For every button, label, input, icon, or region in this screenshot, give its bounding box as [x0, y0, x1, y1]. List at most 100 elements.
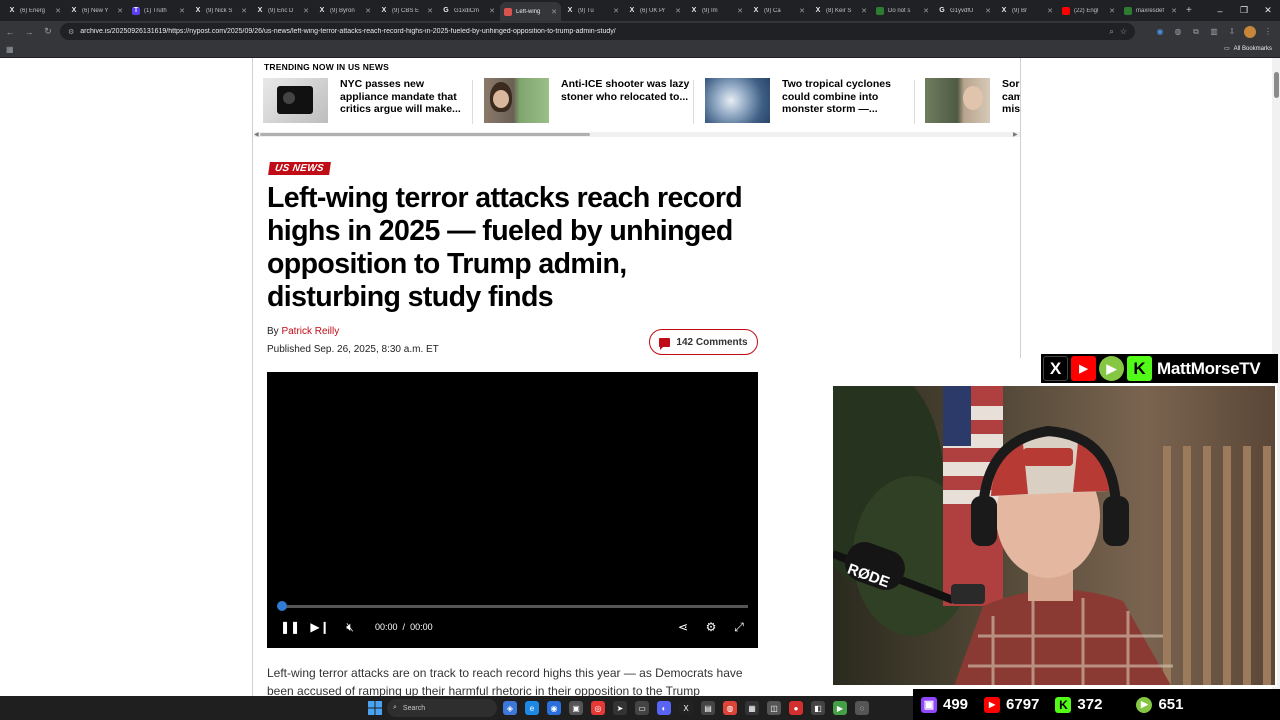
next-icon[interactable]: ▶❙ — [310, 618, 329, 636]
trending-item[interactable]: Sor cam mis — [925, 78, 1020, 126]
tab-close-icon[interactable]: ✕ — [861, 7, 867, 15]
tab-close-icon[interactable]: ✕ — [1047, 7, 1053, 15]
fullscreen-icon[interactable]: ⤢ — [730, 618, 748, 636]
trending-headline[interactable]: NYC passes new appliance mandate that cr… — [340, 78, 470, 126]
tab-close-icon[interactable]: ✕ — [985, 7, 991, 15]
video-progress-bar[interactable] — [281, 605, 748, 608]
tab-close-icon[interactable]: ✕ — [1109, 7, 1115, 15]
browser-tab[interactable]: X (9) Ca ✕ — [748, 2, 809, 19]
tab-close-icon[interactable]: ✕ — [303, 7, 309, 15]
extension-icon[interactable]: ◉ — [1154, 26, 1166, 38]
x-app-icon[interactable]: X — [679, 701, 693, 715]
app-icon[interactable]: ◫ — [767, 701, 781, 715]
sidepanel-icon[interactable]: ▥ — [1208, 26, 1220, 38]
chrome-icon[interactable]: ◍ — [723, 701, 737, 715]
app-icon[interactable]: ● — [789, 701, 803, 715]
share-icon[interactable]: ⋖ — [674, 618, 692, 636]
menu-icon[interactable]: ⋮ — [1262, 26, 1274, 38]
mute-icon[interactable]: 🔇︎ — [341, 618, 359, 636]
trending-item[interactable]: Two tropical cyclones could combine into… — [705, 78, 912, 126]
app-icon[interactable]: ◎ — [591, 701, 605, 715]
app-icon[interactable]: ◌ — [855, 701, 869, 715]
edge-icon[interactable]: e — [525, 701, 539, 715]
app-icon[interactable]: ◈ — [503, 701, 517, 715]
trending-headline[interactable]: Anti-ICE shooter was lazy stoner who rel… — [561, 78, 691, 126]
video-scrubber[interactable] — [277, 601, 287, 611]
app-icon[interactable]: ◧ — [811, 701, 825, 715]
comments-button[interactable]: 142 Comments — [649, 329, 758, 355]
trending-item[interactable]: NYC passes new appliance mandate that cr… — [263, 78, 470, 126]
app-icon[interactable]: ▦ — [745, 701, 759, 715]
back-icon[interactable]: ← — [1, 23, 19, 41]
puzzle-icon[interactable]: ⧉ — [1190, 26, 1202, 38]
apps-icon[interactable]: ▦ — [6, 45, 14, 54]
discord-icon[interactable]: ◐ — [657, 701, 671, 715]
app-icon[interactable]: ◉ — [547, 701, 561, 715]
tab-close-icon[interactable]: ✕ — [117, 7, 123, 15]
browser-tab[interactable]: X (9) Tu ✕ — [562, 2, 623, 19]
browser-tab[interactable]: y (22) Engl ✕ — [1058, 2, 1119, 19]
browser-tab[interactable]: X (9) Br ✕ — [996, 2, 1057, 19]
tab-close-icon[interactable]: ✕ — [489, 7, 495, 15]
browser-tab[interactable]: T (1) Truth ✕ — [128, 2, 189, 19]
zoom-icon[interactable]: ⌕ — [1109, 27, 1113, 37]
trending-headline[interactable]: Two tropical cyclones could combine into… — [782, 78, 912, 126]
video-player[interactable]: ❚❚ ▶❙ 🔇︎ 00:00 / 00:00 ⋖ ⚙ ⤢ — [267, 372, 758, 648]
url-text[interactable]: archive.is/20250926131619/https://nypost… — [80, 28, 1109, 35]
trending-item[interactable]: Anti-ICE shooter was lazy stoner who rel… — [484, 78, 691, 126]
app-icon[interactable]: ▤ — [701, 701, 715, 715]
trending-thumbnail[interactable] — [263, 78, 328, 123]
maximize-icon[interactable]: ❐ — [1232, 0, 1256, 21]
extension-icon[interactable]: ◍ — [1172, 26, 1184, 38]
tab-close-icon[interactable]: ✕ — [365, 7, 371, 15]
author-link[interactable]: Patrick Reilly — [281, 326, 339, 337]
scroll-right-icon[interactable]: ▶ — [1013, 131, 1018, 138]
address-bar[interactable]: ⚙ archive.is/20250926131619/https://nypo… — [60, 23, 1135, 40]
all-bookmarks-button[interactable]: ▭ All Bookmarks — [1224, 45, 1272, 53]
tab-close-icon[interactable]: ✕ — [1171, 7, 1177, 15]
browser-tab[interactable]: X (8) Keir S ✕ — [810, 2, 871, 19]
scroll-left-icon[interactable]: ◀ — [254, 131, 259, 138]
browser-tab[interactable]: g maxresdef ✕ — [1120, 2, 1181, 19]
trending-thumbnail[interactable] — [705, 78, 770, 123]
trending-scrollbar[interactable] — [254, 132, 1020, 137]
download-icon[interactable]: ⇩ — [1226, 26, 1238, 38]
browser-tab[interactable]: X (6) UK Pr ✕ — [624, 2, 685, 19]
reload-icon[interactable]: ↻ — [39, 23, 57, 41]
app-icon[interactable]: ▣ — [569, 701, 583, 715]
browser-tab[interactable]: X (6) New Y ✕ — [66, 2, 127, 19]
tab-close-icon[interactable]: ✕ — [427, 7, 433, 15]
browser-tab[interactable]: X (9) Im ✕ — [686, 2, 747, 19]
app-icon[interactable]: ▭ — [635, 701, 649, 715]
tab-close-icon[interactable]: ✕ — [613, 7, 619, 15]
windows-start-icon[interactable] — [368, 701, 382, 715]
taskbar-search[interactable]: ⌕ Search — [387, 699, 497, 717]
trending-thumbnail[interactable] — [925, 78, 990, 123]
browser-tab[interactable]: g Do not s ✕ — [872, 2, 933, 19]
site-info-icon[interactable]: ⚙ — [68, 28, 74, 36]
tab-close-icon[interactable]: ✕ — [923, 7, 929, 15]
new-tab-button[interactable]: + — [1186, 5, 1200, 16]
tab-close-icon[interactable]: ✕ — [55, 7, 61, 15]
browser-tab[interactable]: X (9) CBS E ✕ — [376, 2, 437, 19]
browser-tab[interactable]: G G1xdiCm ✕ — [438, 2, 499, 19]
tab-close-icon[interactable]: ✕ — [179, 7, 185, 15]
minimize-icon[interactable]: – — [1208, 0, 1232, 21]
pause-icon[interactable]: ❚❚ — [280, 618, 300, 636]
tab-close-icon[interactable]: ✕ — [737, 7, 743, 15]
section-tag[interactable]: US NEWS — [268, 162, 331, 175]
tab-close-icon[interactable]: ✕ — [799, 7, 805, 15]
tab-close-icon[interactable]: ✕ — [675, 7, 681, 15]
browser-tab[interactable]: X (9) Eric D ✕ — [252, 2, 313, 19]
profile-avatar[interactable] — [1244, 25, 1256, 38]
settings-gear-icon[interactable]: ⚙ — [702, 618, 720, 636]
browser-tab[interactable]: G G1yvdfU ✕ — [934, 2, 995, 19]
close-window-icon[interactable]: ✕ — [1256, 0, 1280, 21]
trending-thumbnail[interactable] — [484, 78, 549, 123]
browser-tab[interactable]: X (9) Nick S ✕ — [190, 2, 251, 19]
forward-icon[interactable]: → — [20, 23, 38, 41]
browser-tab[interactable]: X (9) Byron ✕ — [314, 2, 375, 19]
browser-tab[interactable]: X (6) Energ ✕ — [4, 2, 65, 19]
bookmark-star-icon[interactable]: ☆ — [1120, 27, 1127, 36]
trending-headline[interactable]: Sor cam mis — [1002, 78, 1020, 126]
